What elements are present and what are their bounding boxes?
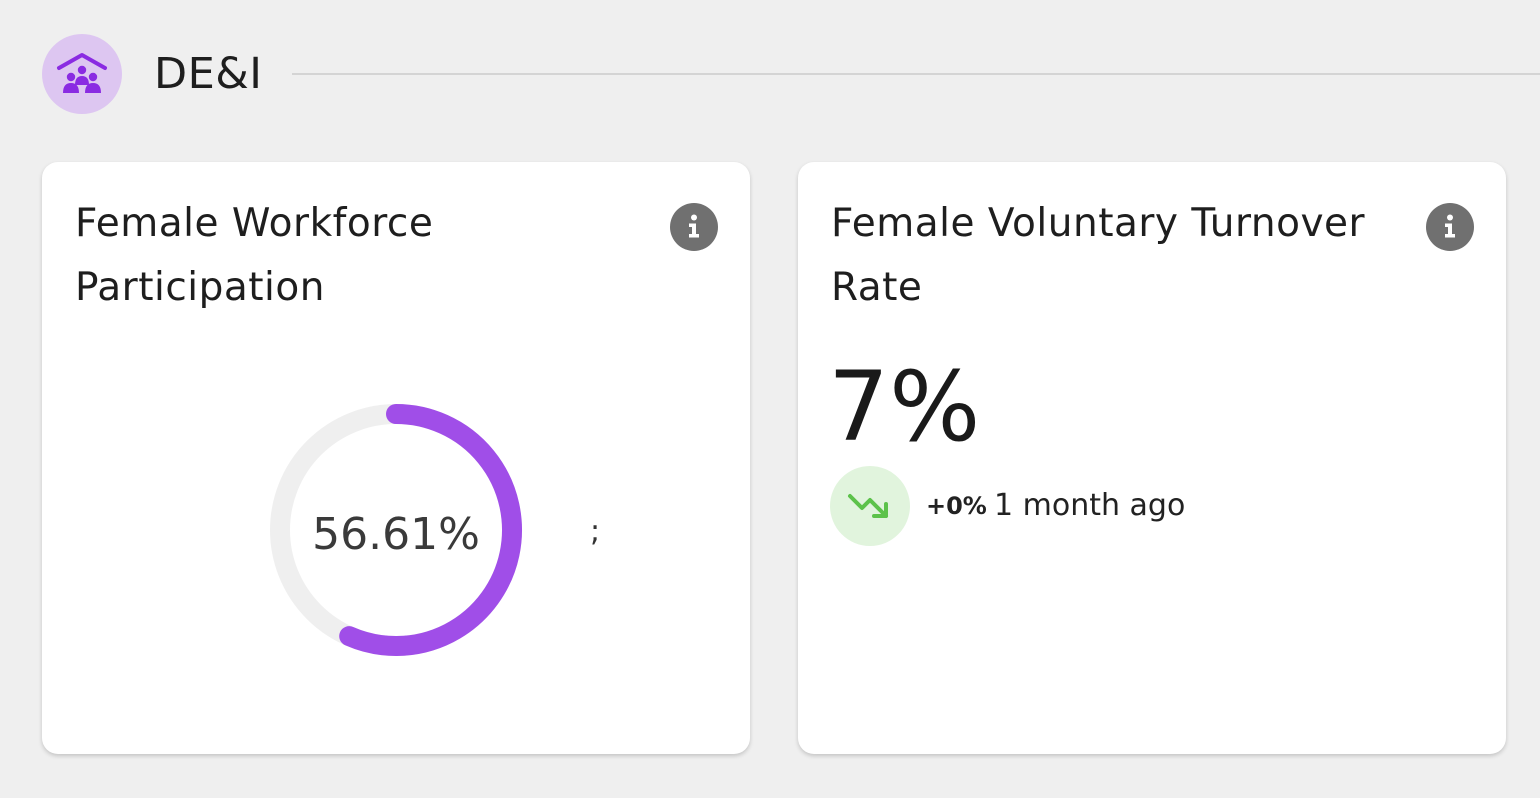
stray-text: ; <box>590 514 601 549</box>
info-icon[interactable] <box>1426 203 1474 251</box>
section-title: DE&I <box>154 49 263 99</box>
trend-period: 1 month ago <box>994 488 1186 523</box>
info-icon[interactable] <box>670 203 718 251</box>
section-header: DE&I <box>42 34 1540 114</box>
trend-change: +0% <box>926 492 987 520</box>
turnover-value: 7% <box>828 351 981 463</box>
trending-down-icon <box>830 466 910 546</box>
participation-value: 56.61% <box>312 509 480 560</box>
section-divider <box>292 73 1540 75</box>
female-turnover-card: Female Voluntary Turnover Rate 7% +0% 1 … <box>798 162 1506 754</box>
female-workforce-card: Female Workforce Participation 56.61% ; <box>42 162 750 754</box>
team-house-icon <box>42 34 122 114</box>
card-title: Female Voluntary Turnover Rate <box>831 201 1366 310</box>
card-title: Female Workforce Participation <box>75 201 434 310</box>
